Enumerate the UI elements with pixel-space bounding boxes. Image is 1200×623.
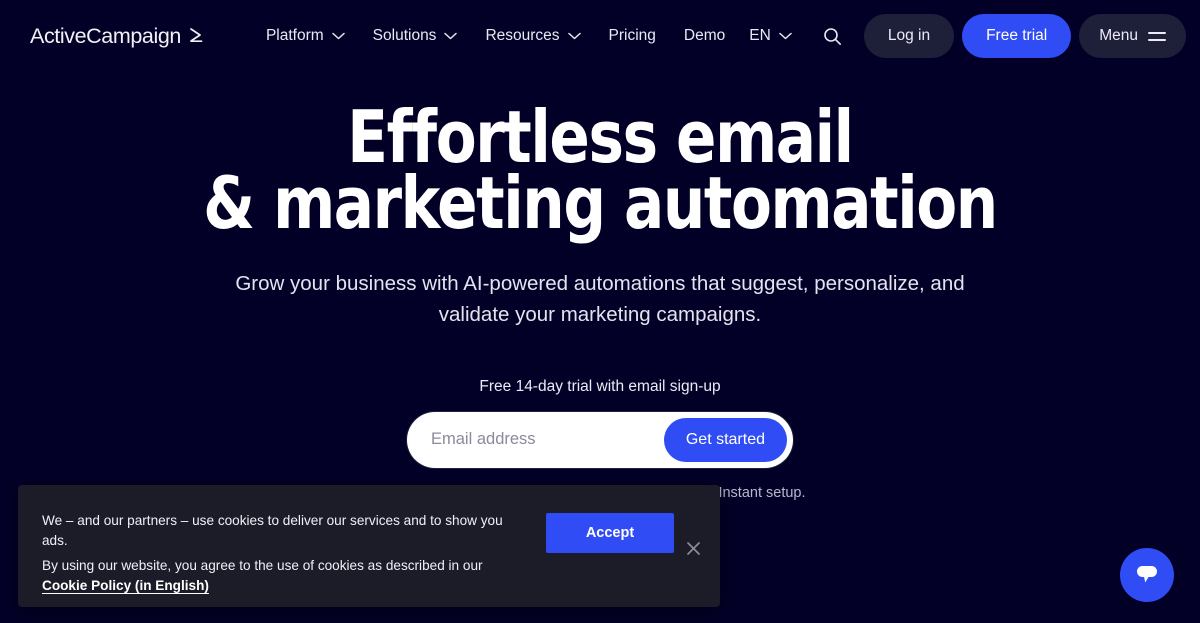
chevron-down-icon — [567, 32, 581, 40]
language-label: EN — [749, 27, 771, 44]
hero-subheading: Grow your business with AI-powered autom… — [235, 272, 965, 326]
hero-section: Effortless email & marketing automation … — [0, 72, 1200, 501]
nav-item-label: Solutions — [372, 27, 437, 44]
nav-item-label: Pricing — [608, 27, 656, 44]
signup-form: Get started — [407, 411, 793, 468]
close-icon[interactable] — [676, 531, 710, 565]
menu-button-label: Menu — [1099, 27, 1138, 44]
nav-item-platform[interactable]: Platform — [252, 19, 359, 53]
site-header: ActiveCampaign Platform Solutions Resour… — [0, 0, 1200, 72]
logo-text: ActiveCampaign — [30, 23, 181, 48]
cookie-policy-link[interactable]: Cookie Policy (in English) — [42, 578, 209, 593]
login-button[interactable]: Log in — [863, 14, 955, 58]
cookie-banner: We – and our partners – use cookies to d… — [18, 485, 720, 607]
cookie-banner-text: We – and our partners – use cookies to d… — [42, 511, 512, 596]
hero-heading-line2: & marketing automation — [203, 161, 998, 246]
chevron-down-icon — [331, 32, 345, 40]
email-input[interactable] — [413, 417, 664, 462]
nav-item-pricing[interactable]: Pricing — [595, 19, 670, 53]
nav-item-label: Platform — [265, 27, 324, 44]
chat-widget-button[interactable] — [1120, 548, 1174, 602]
chat-bubble-icon — [1133, 561, 1161, 590]
chevron-down-icon — [779, 32, 792, 40]
signup-section: Free 14-day trial with email sign-up Get… — [0, 378, 1200, 501]
cookie-line-1: We – and our partners – use cookies to d… — [42, 513, 503, 549]
get-started-button[interactable]: Get started — [663, 417, 787, 462]
nav-item-demo[interactable]: Demo — [670, 19, 739, 53]
nav-item-solutions[interactable]: Solutions — [359, 19, 472, 53]
chevron-arrow-icon — [188, 26, 206, 44]
trial-label: Free 14-day trial with email sign-up — [479, 377, 721, 395]
primary-navigation: Platform Solutions Resources Pricing Dem… — [252, 19, 739, 53]
cookie-line-2: By using our website, you agree to the u… — [42, 556, 512, 596]
language-selector[interactable]: EN — [739, 19, 802, 53]
nav-item-label: Demo — [683, 27, 726, 44]
page-title: Effortless email & marketing automation — [48, 101, 1152, 246]
hamburger-icon — [1148, 31, 1166, 41]
logo[interactable]: ActiveCampaign — [30, 24, 206, 49]
cookie-line-2-prefix: By using our website, you agree to the u… — [42, 558, 483, 574]
search-icon[interactable] — [816, 19, 850, 53]
accept-cookies-button[interactable]: Accept — [546, 513, 674, 553]
menu-button[interactable]: Menu — [1079, 14, 1186, 58]
free-trial-button[interactable]: Free trial — [962, 14, 1072, 58]
header-actions: EN Log in Free trial Menu — [739, 14, 1186, 58]
nav-item-label: Resources — [485, 27, 560, 44]
chevron-down-icon — [444, 32, 458, 40]
nav-item-resources[interactable]: Resources — [471, 19, 594, 53]
